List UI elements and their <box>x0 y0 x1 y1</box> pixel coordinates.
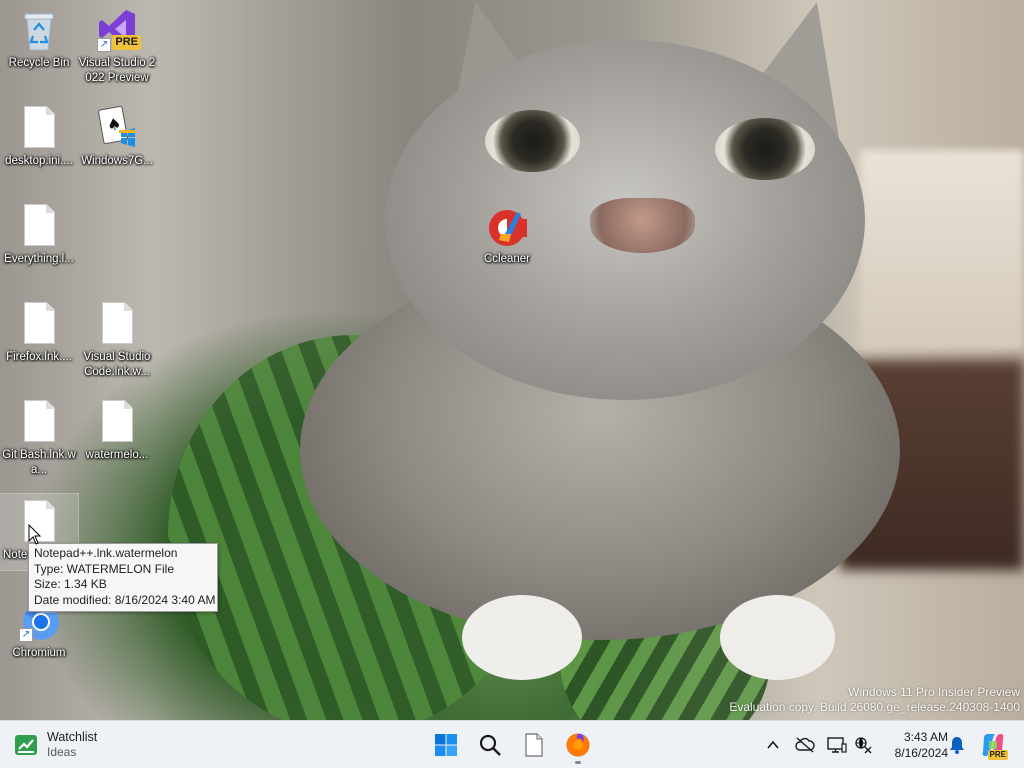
preview-badge: PRE <box>112 35 141 50</box>
desktop-icon-label: Recycle Bin <box>8 57 70 69</box>
shortcut-arrow-icon: ↗ <box>97 38 111 52</box>
desktop-icon-everything[interactable]: Everything.l... <box>0 198 78 267</box>
wallpaper-cat-nose <box>590 198 695 253</box>
desktop-icon-label: watermelo... <box>85 449 149 461</box>
desktop-icon-recycle-bin[interactable]: Recycle Bin <box>0 2 78 71</box>
wallpaper-cat-eye-left <box>485 110 580 172</box>
mouse-pointer-icon <box>28 524 42 545</box>
copilot-preview-badge: PRE <box>987 750 1008 760</box>
visual-studio-icon: ↗ PRE <box>97 8 141 52</box>
desktop-icon-label: Firefox.lnk.... <box>6 351 72 363</box>
file-tooltip: Notepad++.lnk.watermelon Type: WATERMELO… <box>28 543 218 612</box>
document-icon <box>525 733 543 757</box>
firefox-taskbar-button[interactable] <box>558 725 598 765</box>
tooltip-file-name: Notepad++.lnk.watermelon <box>34 546 178 560</box>
tooltip-date-modified: Date modified: 8/16/2024 3:40 AM <box>34 592 216 607</box>
bell-icon <box>950 737 964 754</box>
wallpaper-cat-paw-left <box>462 595 582 680</box>
desktop-icon-watermelon[interactable]: watermelo... <box>78 394 156 463</box>
ccleaner-icon <box>487 204 527 248</box>
file-icon <box>19 302 59 346</box>
file-icon <box>19 204 59 248</box>
file-icon <box>97 302 137 346</box>
desktop-icon-label: Chromium <box>12 647 66 659</box>
network-tray-button[interactable] <box>852 734 874 756</box>
running-indicator <box>575 761 581 764</box>
wallpaper-counter <box>860 150 1024 350</box>
desktop-icon-visual-studio-2022-preview[interactable]: ↗ PRE Visual Studio 2022 Preview <box>78 2 156 86</box>
network-icon <box>855 737 872 754</box>
widget-title: Watchlist <box>47 730 98 744</box>
desktop-icon-label: Visual Studio Code.lnk.w... <box>83 351 151 378</box>
desktop-icon-label: Windows7G... <box>81 155 153 167</box>
taskbar: Watchlist Ideas 3:43 AM 8/16/2024 PRE <box>0 720 1024 768</box>
wallpaper-cat-eye-right <box>715 118 815 180</box>
widgets-button[interactable]: Watchlist Ideas <box>14 727 97 763</box>
desktop-icon-vscode-lnk[interactable]: Visual Studio Code.lnk.w... <box>78 296 156 380</box>
recycle-bin-icon <box>19 8 59 52</box>
desktop-icon-label: Git Bash.lnk.wa... <box>2 449 76 476</box>
watermark-edition: Windows 11 Pro Insider Preview <box>848 685 1020 699</box>
notifications-button[interactable] <box>946 734 968 756</box>
wallpaper-cat-paw-right <box>720 595 835 680</box>
copilot-button[interactable]: PRE <box>980 732 1008 760</box>
desktop-icon-desktop-ini[interactable]: desktop.ini.... <box>0 100 78 169</box>
windows-logo-icon <box>435 734 457 756</box>
clock-time: 3:43 AM <box>903 730 948 744</box>
cloud-off-icon <box>795 737 815 753</box>
desktop-icon-label: desktop.ini.... <box>5 155 73 167</box>
search-button[interactable] <box>470 725 510 765</box>
file-icon <box>97 400 137 444</box>
file-icon <box>19 106 59 150</box>
desktop-icon-label: Visual Studio 2022 Preview <box>78 57 156 84</box>
watermark-build: Evaluation copy. Build 26080.ge_release.… <box>729 700 1020 714</box>
tooltip-file-type: Type: WATERMELON File <box>34 561 175 576</box>
tooltip-file-size: Size: 1.34 KB <box>34 577 107 591</box>
shortcut-arrow-icon: ↗ <box>19 628 33 642</box>
chevron-up-icon <box>767 740 779 749</box>
search-icon <box>479 734 501 756</box>
clock-date: 8/16/2024 <box>894 746 948 760</box>
desktop-icon-firefox-lnk[interactable]: Firefox.lnk.... <box>0 296 78 365</box>
desktop-icon-label: Ccleaner <box>483 253 531 265</box>
firefox-icon <box>566 733 590 757</box>
evaluation-watermark: Windows 11 Pro Insider Preview Evaluatio… <box>729 685 1020 715</box>
display-tray-button[interactable] <box>826 734 848 756</box>
widget-subtitle: Ideas <box>47 745 77 759</box>
display-icon <box>827 737 847 753</box>
desktop-icon-windows7g[interactable]: ♠ Windows7G... <box>78 100 156 169</box>
file-button[interactable] <box>514 725 554 765</box>
desktop-icon-git-bash-lnk[interactable]: Git Bash.lnk.wa... <box>0 394 78 478</box>
onedrive-tray-button[interactable] <box>794 734 816 756</box>
show-hidden-icons-button[interactable] <box>762 734 784 756</box>
start-button[interactable] <box>426 725 466 765</box>
solitaire-cards-icon: ♠ <box>97 105 137 150</box>
desktop-icon-ccleaner[interactable]: Ccleaner <box>468 198 546 267</box>
file-icon <box>19 400 59 444</box>
clock-button[interactable]: 3:43 AM 8/16/2024 <box>880 729 948 761</box>
desktop-icon-label: Everything.l... <box>4 253 74 265</box>
stock-chart-icon <box>15 735 37 755</box>
